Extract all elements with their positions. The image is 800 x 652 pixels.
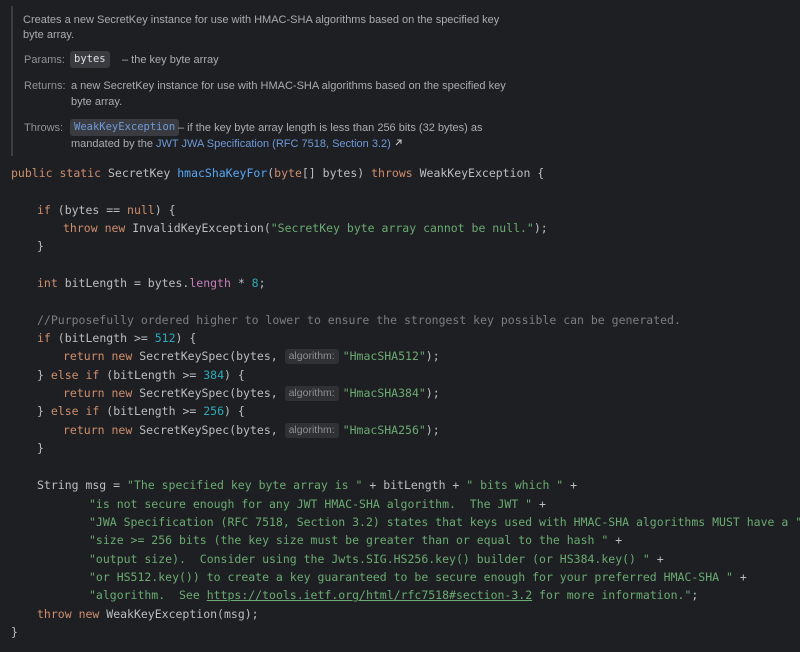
code-line-msg-5: "output size). Consider using the Jwts.S… (89, 552, 664, 566)
param-hint-algorithm: algorithm: (284, 386, 339, 401)
doc-throws-line1: – if the key byte array length is less t… (178, 122, 483, 134)
code-line-method-close: } (11, 625, 18, 639)
code-line-msg-7: "algorithm. See https://tools.ietf.org/h… (89, 588, 699, 602)
code-line-return-384: return new SecretKeySpec(bytes, algorith… (63, 386, 440, 401)
rfc-url-link[interactable]: https://tools.ietf.org/html/rfc7518#sect… (207, 588, 532, 602)
code-line-msg-3: "JWA Specification (RFC 7518, Section 3.… (89, 515, 800, 529)
code-line-return-512: return new SecretKeySpec(bytes, algorith… (63, 349, 440, 364)
code-line-close-if: } (37, 239, 44, 253)
doc-throws-prefix: mandated by the (71, 138, 157, 150)
doc-returns-line1: a new SecretKey instance for use with HM… (71, 80, 506, 92)
doc-summary-line2: byte array. (23, 29, 75, 41)
code-line-return-256: return new SecretKeySpec(bytes, algorith… (63, 423, 440, 438)
doc-throws-label: Throws: (24, 122, 64, 134)
code-line-else-384: } else if (bitLength >= 384) { (37, 368, 245, 382)
param-hint-algorithm: algorithm: (284, 423, 339, 438)
doc-returns-label: Returns: (24, 80, 66, 92)
doc-throws-exception-link[interactable]: WeakKeyException (70, 119, 180, 136)
external-link-arrow-icon (394, 138, 403, 150)
doc-spec-link[interactable]: JWT JWA Specification (RFC 7518, Section… (156, 138, 391, 150)
code-line-msg-1: String msg = "The specified key byte arr… (37, 478, 578, 492)
code-line-if-512: if (bitLength >= 512) { (37, 331, 197, 345)
code-line-close-else: } (37, 441, 44, 455)
code-line-msg-6: "or HS512.key()) to create a key guarant… (89, 570, 747, 584)
code-line-if-null: if (bytes == null) { (37, 203, 176, 217)
doc-throws-line2: mandated by the JWT JWA Specification (R… (71, 138, 403, 150)
param-hint-algorithm: algorithm: (284, 349, 339, 364)
code-line-msg-4: "size >= 256 bits (the key size must be … (89, 533, 623, 547)
doc-returns-line2: byte array. (71, 96, 123, 108)
code-line-throw-weak: throw new WeakKeyException(msg); (37, 607, 259, 621)
method-name: hmacShaKeyFor (177, 166, 268, 180)
doc-params-label: Params: (24, 54, 65, 66)
doc-param-name: bytes (70, 51, 110, 68)
code-line-comment: //Purposefully ordered higher to lower t… (37, 313, 681, 327)
code-line-throw-invalid: throw new InvalidKeyException("SecretKey… (63, 221, 548, 235)
code-line-msg-2: "is not secure enough for any JWT HMAC-S… (89, 497, 546, 511)
code-line-else-256: } else if (bitLength >= 256) { (37, 404, 245, 418)
javadoc-gutter-bar (11, 6, 13, 156)
doc-summary-line1: Creates a new SecretKey instance for use… (23, 14, 500, 26)
javadoc-block: Creates a new SecretKey instance for use… (0, 0, 800, 156)
code-line-signature: public static SecretKey hmacShaKeyFor(by… (11, 166, 545, 180)
code-line-bitlength: int bitLength = bytes.length * 8; (37, 276, 266, 290)
doc-param-desc: – the key byte array (122, 54, 219, 66)
